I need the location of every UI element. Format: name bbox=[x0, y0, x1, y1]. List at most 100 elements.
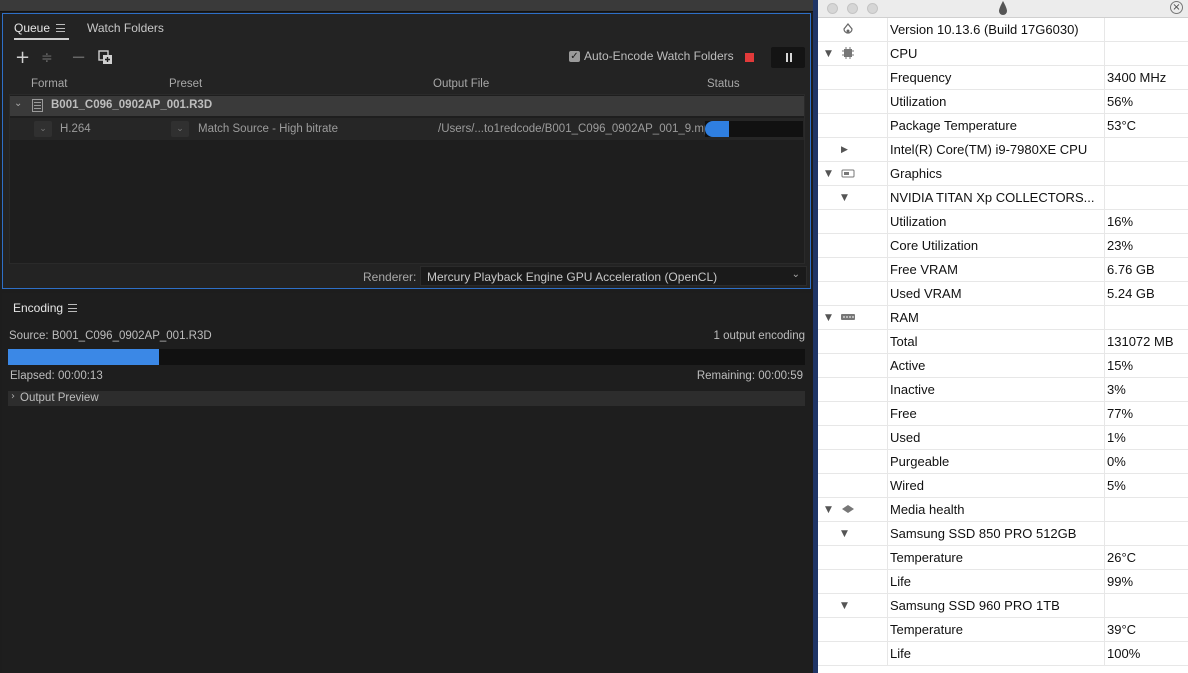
column-header-status[interactable]: Status bbox=[707, 78, 740, 90]
disclosure-triangle-icon[interactable]: ▼ bbox=[825, 169, 832, 179]
chevron-down-icon[interactable]: ⌄ bbox=[14, 98, 22, 109]
close-icon[interactable]: × bbox=[1170, 1, 1183, 14]
stat-value: 99% bbox=[1107, 574, 1134, 589]
output-preview-label: Output Preview bbox=[20, 392, 99, 404]
preset-dropdown-icon[interactable]: ⌄ bbox=[171, 121, 189, 137]
stats-titlebar[interactable]: × bbox=[818, 0, 1188, 18]
queue-source-row[interactable]: ⌄ B001_C096_0902AP_001.R3D bbox=[10, 96, 804, 116]
stat-label: Used VRAM bbox=[890, 286, 962, 301]
stat-label: Temperature bbox=[890, 622, 963, 637]
stat-label: Life bbox=[890, 574, 911, 589]
stat-row-gutter bbox=[818, 474, 888, 497]
stat-value: 26°C bbox=[1107, 550, 1137, 565]
column-header-format[interactable]: Format bbox=[31, 78, 67, 90]
pause-button[interactable] bbox=[771, 47, 805, 68]
chevron-down-icon: ⌄ bbox=[791, 269, 800, 280]
disclosure-triangle-icon[interactable]: ▼ bbox=[841, 601, 848, 611]
stat-row: Total 131072 MB bbox=[818, 330, 1188, 354]
stat-row: Life 100% bbox=[818, 642, 1188, 666]
queue-menu-icon[interactable] bbox=[56, 24, 65, 32]
tab-queue[interactable]: Queue bbox=[14, 21, 50, 35]
stat-value-cell bbox=[1105, 306, 1188, 329]
stat-row[interactable]: ▼ RAM bbox=[818, 306, 1188, 330]
stat-value: 23% bbox=[1107, 238, 1134, 253]
auto-encode-checkbox[interactable]: ✓ bbox=[569, 50, 580, 62]
queue-output-row[interactable]: ⌄ H.264 ⌄ Match Source - High bitrate /U… bbox=[10, 118, 804, 140]
elapsed-time: Elapsed: 00:00:13 bbox=[10, 370, 103, 382]
disclosure-triangle-icon[interactable]: ▼ bbox=[841, 529, 848, 539]
stat-row-gutter bbox=[818, 354, 888, 377]
stat-row[interactable]: ▼ Samsung SSD 850 PRO 512GB bbox=[818, 522, 1188, 546]
stat-label: Purgeable bbox=[890, 454, 950, 469]
stat-value: 15% bbox=[1107, 358, 1134, 373]
disclosure-triangle-icon[interactable]: ▼ bbox=[825, 505, 832, 515]
format-dropdown-icon[interactable]: ⌄ bbox=[34, 121, 52, 137]
column-header-preset[interactable]: Preset bbox=[169, 78, 202, 90]
add-source-icon[interactable]: + bbox=[15, 49, 30, 67]
stat-value: 1% bbox=[1107, 430, 1126, 445]
stat-label: Graphics bbox=[890, 166, 943, 181]
stat-label: Media health bbox=[890, 502, 965, 517]
stat-row[interactable]: ▶ Intel(R) Core(TM) i9-7980XE CPU bbox=[818, 138, 1188, 162]
stat-label-cell: Used bbox=[888, 426, 1105, 449]
stat-value-cell: 5.24 GB bbox=[1105, 282, 1188, 305]
stat-label-cell: Package Temperature bbox=[888, 114, 1105, 137]
stop-button[interactable] bbox=[745, 53, 754, 62]
encoding-progress-fill bbox=[8, 349, 160, 365]
tab-encoding[interactable]: Encoding bbox=[13, 301, 63, 315]
stat-row: Free VRAM 6.76 GB bbox=[818, 258, 1188, 282]
stat-row-gutter: ▼ bbox=[818, 306, 888, 329]
disclosure-triangle-icon[interactable]: ▼ bbox=[841, 193, 848, 203]
stat-label-cell: Free bbox=[888, 402, 1105, 425]
window-close-dot[interactable] bbox=[827, 3, 838, 14]
stat-row-gutter bbox=[818, 282, 888, 305]
stat-label: Total bbox=[890, 334, 918, 349]
stat-row-gutter bbox=[818, 570, 888, 593]
tab-watch-folders[interactable]: Watch Folders bbox=[87, 21, 164, 35]
output-preview-toggle[interactable]: › Output Preview bbox=[8, 391, 805, 406]
renderer-label: Renderer: bbox=[363, 270, 417, 284]
stat-value-cell bbox=[1105, 594, 1188, 617]
stat-row-gutter bbox=[818, 642, 888, 665]
stat-row: Free 77% bbox=[818, 402, 1188, 426]
output-file-path[interactable]: /Users/...to1redcode/B001_C096_0902AP_00… bbox=[438, 123, 717, 135]
encoding-menu-icon[interactable] bbox=[68, 304, 77, 312]
output-format[interactable]: H.264 bbox=[60, 123, 91, 135]
stat-label: Intel(R) Core(TM) i9-7980XE CPU bbox=[890, 142, 1088, 157]
disclosure-triangle-icon[interactable]: ▶ bbox=[841, 145, 848, 155]
remove-icon[interactable]: − bbox=[71, 49, 86, 67]
stat-value-cell: 39°C bbox=[1105, 618, 1188, 641]
output-preset[interactable]: Match Source - High bitrate bbox=[198, 123, 338, 135]
stat-row[interactable]: ▼ NVIDIA TITAN Xp COLLECTORS... bbox=[818, 186, 1188, 210]
disclosure-triangle-icon[interactable]: ▼ bbox=[825, 313, 832, 323]
stat-row[interactable]: ▼ Media health bbox=[818, 498, 1188, 522]
stat-label-cell: Samsung SSD 960 PRO 1TB bbox=[888, 594, 1105, 617]
stat-row[interactable]: ▼ Graphics bbox=[818, 162, 1188, 186]
chevron-right-icon[interactable]: › bbox=[11, 391, 15, 402]
stat-row: Package Temperature 53°C bbox=[818, 114, 1188, 138]
column-header-output[interactable]: Output File bbox=[433, 78, 489, 90]
window-minimize-dot[interactable] bbox=[847, 3, 858, 14]
ram-icon bbox=[841, 311, 855, 323]
stat-value-cell bbox=[1105, 18, 1188, 41]
stat-value: 0% bbox=[1107, 454, 1126, 469]
stat-row: Temperature 39°C bbox=[818, 618, 1188, 642]
renderer-select[interactable]: Mercury Playback Engine GPU Acceleration… bbox=[420, 266, 807, 286]
stat-value-cell: 6.76 GB bbox=[1105, 258, 1188, 281]
stat-label-cell: Life bbox=[888, 570, 1105, 593]
window-zoom-dot[interactable] bbox=[867, 3, 878, 14]
auto-encode-toggle[interactable]: ✓ Auto-Encode Watch Folders bbox=[569, 49, 734, 63]
queue-settings-icon[interactable]: ≑ bbox=[41, 50, 53, 66]
drop-icon bbox=[999, 1, 1007, 15]
stat-label: Free VRAM bbox=[890, 262, 958, 277]
stat-value: 53°C bbox=[1107, 118, 1137, 133]
stat-row[interactable]: ▼ CPU bbox=[818, 42, 1188, 66]
disclosure-triangle-icon[interactable]: ▼ bbox=[825, 49, 832, 59]
stat-label-cell: Total bbox=[888, 330, 1105, 353]
stat-row[interactable]: ▼ Samsung SSD 960 PRO 1TB bbox=[818, 594, 1188, 618]
duplicate-icon[interactable] bbox=[98, 50, 113, 68]
stat-label: RAM bbox=[890, 310, 919, 325]
stats-list: Version 10.13.6 (Build 17G6030) ▼ CPU Frequ… bbox=[818, 18, 1188, 666]
stat-row: Active 15% bbox=[818, 354, 1188, 378]
stat-row: Purgeable 0% bbox=[818, 450, 1188, 474]
